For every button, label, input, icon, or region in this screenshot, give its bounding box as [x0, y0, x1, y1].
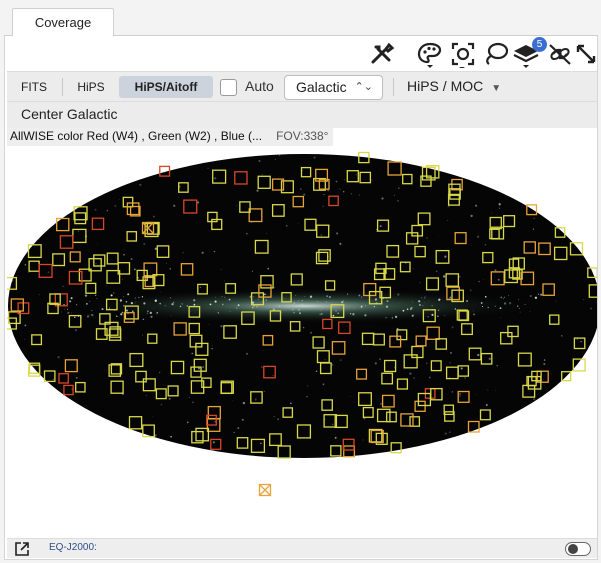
- hips-button[interactable]: HiPS: [69, 76, 113, 98]
- view-control-bar-2: Center Galactic: [7, 102, 597, 128]
- image-info-bar: AllWISE color Red (W4) , Green (W2) , Bl…: [7, 128, 334, 146]
- view-control-bar: FITS HiPS HiPS/Aitoff Auto Galactic ⌃⌄ H…: [7, 71, 597, 102]
- color-palette-icon[interactable]: [415, 40, 445, 68]
- image-viewer[interactable]: AllWISE color Red (W4) , Green (W2) , Bl…: [7, 128, 597, 536]
- fov-readout: FOV:338°: [276, 129, 329, 143]
- fits-button[interactable]: FITS: [13, 76, 55, 98]
- hips-aitoff-button[interactable]: HiPS/Aitoff: [119, 76, 213, 98]
- center-galactic-button[interactable]: Center Galactic: [21, 106, 117, 122]
- image-toolbar: 5: [5, 36, 597, 70]
- tools-icon[interactable]: [367, 40, 397, 68]
- divider: [393, 78, 394, 96]
- hips-moc-label: HiPS / MOC: [407, 78, 484, 94]
- coordinate-readout: EQ-J2000:: [49, 542, 97, 553]
- image-title: AllWISE color Red (W4) , Green (W2) , Bl…: [10, 129, 263, 143]
- external-link-icon[interactable]: [13, 540, 31, 558]
- tab-bar: Coverage: [4, 6, 598, 37]
- toggle-switch[interactable]: [565, 542, 591, 556]
- select-arrows-icon: ⌃⌄: [354, 81, 373, 93]
- dropdown-caret-icon: ▼: [491, 83, 502, 94]
- auto-label: Auto: [245, 78, 274, 94]
- zoom-fit-icon[interactable]: [448, 40, 478, 69]
- unlink-icon[interactable]: [545, 40, 575, 68]
- status-bar: EQ-J2000:: [7, 538, 597, 558]
- coordinate-system-select[interactable]: Galactic ⌃⌄: [284, 75, 383, 100]
- tab-coverage[interactable]: Coverage: [12, 8, 114, 37]
- coordinate-system-value: Galactic: [296, 79, 347, 95]
- coverage-panel: 5 FITS HiPS HiPS/Aitoff Auto Galactic ⌃⌄…: [4, 36, 598, 560]
- lasso-select-icon[interactable]: [481, 40, 511, 68]
- aitoff-sky-map[interactable]: [7, 148, 597, 536]
- auto-checkbox[interactable]: [220, 79, 237, 96]
- hips-moc-menu[interactable]: HiPS / MOC ▼: [407, 78, 501, 94]
- selected-footprint-marker: [258, 483, 272, 497]
- expand-icon[interactable]: [573, 40, 599, 68]
- divider: [62, 78, 63, 96]
